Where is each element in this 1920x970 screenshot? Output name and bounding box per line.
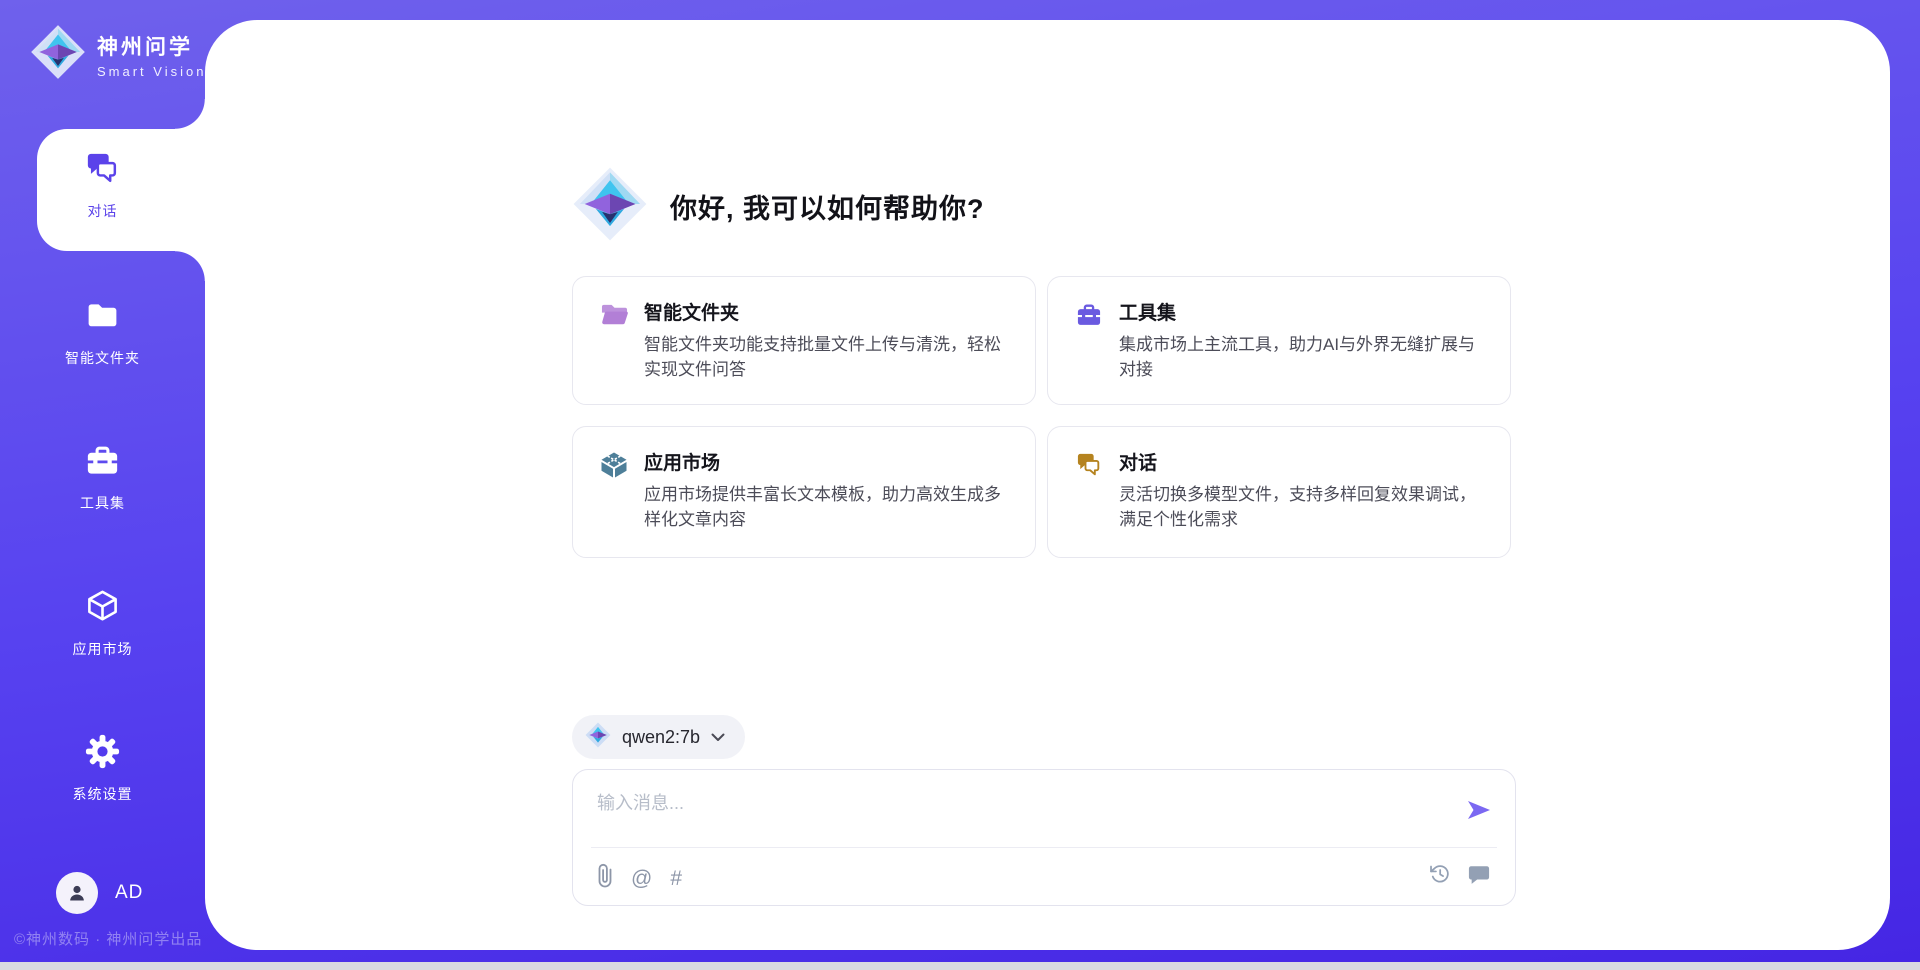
- sidebar-item-toolset[interactable]: 工具集: [0, 442, 205, 513]
- card-title: 应用市场: [644, 448, 1011, 475]
- sidebar-item-label: 系统设置: [73, 784, 133, 804]
- card-title: 对话: [1119, 448, 1486, 475]
- message-input[interactable]: [595, 786, 1445, 820]
- person-icon: [65, 881, 89, 905]
- sidebar-item-label: 工具集: [80, 493, 125, 513]
- card-chat[interactable]: 对话 灵活切换多模型文件，支持多样回复效果调试，满足个性化需求: [1047, 426, 1511, 558]
- sidebar-item-chat[interactable]: 对话: [0, 150, 205, 221]
- copyright-text: ©神州数码 · 神州问学出品: [14, 928, 219, 949]
- sidebar-item-label: 应用市场: [73, 639, 133, 659]
- assistant-diamond-icon: [572, 166, 648, 247]
- composer-divider: [591, 847, 1497, 848]
- card-toolset[interactable]: 工具集 集成市场上主流工具，助力AI与外界无缝扩展与对接: [1047, 276, 1511, 405]
- card-title: 工具集: [1119, 298, 1486, 325]
- cube-icon: [84, 588, 121, 630]
- brand-title: 神州问学: [97, 31, 206, 61]
- model-diamond-icon: [585, 722, 611, 753]
- card-title: 智能文件夹: [644, 298, 1011, 325]
- user-initials: AD: [115, 882, 143, 904]
- message-composer: @ #: [572, 769, 1516, 906]
- sidebar-item-smart-folder[interactable]: 智能文件夹: [0, 297, 205, 368]
- user-profile[interactable]: AD: [56, 872, 143, 914]
- chevron-down-icon: [711, 733, 725, 742]
- attachment-icon[interactable]: [597, 863, 613, 894]
- card-description: 应用市场提供丰富长文本模板，助力高效生成多样化文章内容: [644, 483, 1011, 533]
- brand-logo: 神州问学 Smart Vision: [30, 24, 206, 85]
- history-icon[interactable]: [1429, 863, 1451, 890]
- greeting: 你好, 我可以如何帮助你?: [572, 166, 985, 247]
- card-description: 灵活切换多模型文件，支持多样回复效果调试，满足个性化需求: [1119, 483, 1486, 533]
- market-cube-icon: [600, 451, 628, 484]
- mention-icon[interactable]: @: [631, 867, 652, 891]
- sidebar-item-label: 智能文件夹: [65, 348, 140, 368]
- app-background: 神州问学 Smart Vision 对话 智能文件夹: [0, 0, 1920, 962]
- chat-icon: [84, 150, 121, 192]
- model-name: qwen2:7b: [622, 727, 700, 748]
- card-smart-folder[interactable]: 智能文件夹 智能文件夹功能支持批量文件上传与清洗，轻松实现文件问答: [572, 276, 1036, 405]
- card-app-market[interactable]: 应用市场 应用市场提供丰富长文本模板，助力高效生成多样化文章内容: [572, 426, 1036, 558]
- hashtag-icon[interactable]: #: [670, 867, 682, 891]
- greeting-title: 你好, 我可以如何帮助你?: [670, 187, 985, 226]
- toolbox-icon: [84, 442, 121, 484]
- chat-icon: [1075, 451, 1103, 484]
- chat-bubble-icon[interactable]: [1467, 863, 1491, 890]
- sidebar-item-settings[interactable]: 系统设置: [0, 733, 205, 804]
- toolbox-icon: [1075, 301, 1103, 334]
- card-description: 集成市场上主流工具，助力AI与外界无缝扩展与对接: [1119, 333, 1486, 383]
- brand-subtitle: Smart Vision: [97, 64, 206, 79]
- main-panel: 你好, 我可以如何帮助你? 智能文件夹 智能文件夹功能支持批量文件上传与清洗，轻…: [205, 20, 1890, 950]
- send-icon[interactable]: [1465, 796, 1493, 824]
- gear-icon: [84, 733, 121, 775]
- brand-diamond-icon: [30, 24, 86, 85]
- folder-icon: [84, 297, 121, 339]
- sidebar-item-label: 对话: [88, 201, 118, 221]
- window-edge: [0, 962, 1920, 970]
- card-description: 智能文件夹功能支持批量文件上传与清洗，轻松实现文件问答: [644, 333, 1011, 383]
- sidebar-item-app-market[interactable]: 应用市场: [0, 588, 205, 659]
- folder-open-icon: [600, 301, 629, 333]
- model-selector[interactable]: qwen2:7b: [572, 715, 745, 759]
- avatar: [56, 872, 98, 914]
